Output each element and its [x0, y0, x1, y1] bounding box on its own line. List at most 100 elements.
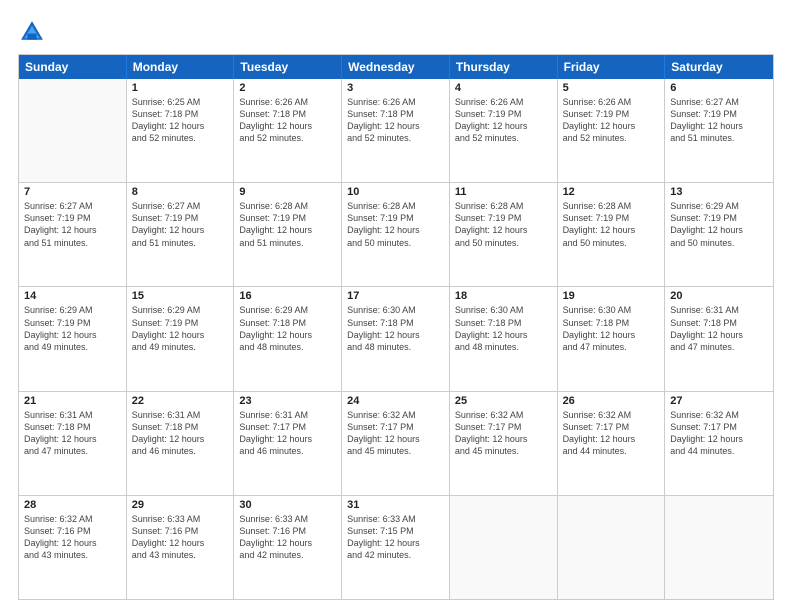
day-info: Sunrise: 6:28 AM Sunset: 7:19 PM Dayligh…	[239, 200, 336, 249]
day-cell-empty	[558, 496, 666, 599]
day-number: 19	[563, 290, 660, 302]
calendar-body: 1 Sunrise: 6:25 AM Sunset: 7:18 PM Daylig…	[19, 79, 773, 599]
logo	[18, 18, 50, 46]
day-number: 10	[347, 186, 444, 198]
day-number: 31	[347, 499, 444, 511]
day-cell-23: 23 Sunrise: 6:31 AM Sunset: 7:17 PM Dayli…	[234, 392, 342, 495]
day-info: Sunrise: 6:29 AM Sunset: 7:19 PM Dayligh…	[132, 304, 229, 353]
day-number: 28	[24, 499, 121, 511]
day-number: 2	[239, 82, 336, 94]
day-info: Sunrise: 6:32 AM Sunset: 7:17 PM Dayligh…	[670, 409, 768, 458]
day-info: Sunrise: 6:27 AM Sunset: 7:19 PM Dayligh…	[24, 200, 121, 249]
day-info: Sunrise: 6:33 AM Sunset: 7:15 PM Dayligh…	[347, 513, 444, 562]
day-number: 15	[132, 290, 229, 302]
week-row-5: 28 Sunrise: 6:32 AM Sunset: 7:16 PM Dayli…	[19, 496, 773, 599]
day-number: 20	[670, 290, 768, 302]
day-info: Sunrise: 6:33 AM Sunset: 7:16 PM Dayligh…	[239, 513, 336, 562]
day-info: Sunrise: 6:29 AM Sunset: 7:18 PM Dayligh…	[239, 304, 336, 353]
day-info: Sunrise: 6:28 AM Sunset: 7:19 PM Dayligh…	[347, 200, 444, 249]
day-info: Sunrise: 6:31 AM Sunset: 7:18 PM Dayligh…	[24, 409, 121, 458]
week-row-3: 14Sunrise: 6:29 AM Sunset: 7:19 PM Dayli…	[19, 287, 773, 391]
week-row-2: 7Sunrise: 6:27 AM Sunset: 7:19 PM Daylig…	[19, 183, 773, 287]
day-cell-14: 14Sunrise: 6:29 AM Sunset: 7:19 PM Dayli…	[19, 287, 127, 390]
day-cell-24: 24 Sunrise: 6:32 AM Sunset: 7:17 PM Dayli…	[342, 392, 450, 495]
day-number: 18	[455, 290, 552, 302]
day-info: Sunrise: 6:25 AM Sunset: 7:18 PM Dayligh…	[132, 96, 229, 145]
day-cell-20: 20Sunrise: 6:31 AM Sunset: 7:18 PM Dayli…	[665, 287, 773, 390]
day-cell-19: 19 Sunrise: 6:30 AM Sunset: 7:18 PM Dayli…	[558, 287, 666, 390]
day-cell-empty	[19, 79, 127, 182]
weekday-header-thursday: Thursday	[450, 55, 558, 79]
day-number: 5	[563, 82, 660, 94]
day-cell-5: 5Sunrise: 6:26 AM Sunset: 7:19 PM Daylig…	[558, 79, 666, 182]
day-cell-empty	[450, 496, 558, 599]
day-cell-18: 18 Sunrise: 6:30 AM Sunset: 7:18 PM Dayli…	[450, 287, 558, 390]
weekday-header-wednesday: Wednesday	[342, 55, 450, 79]
day-number: 27	[670, 395, 768, 407]
header	[18, 18, 774, 46]
weekday-header-sunday: Sunday	[19, 55, 127, 79]
day-cell-1: 1 Sunrise: 6:25 AM Sunset: 7:18 PM Daylig…	[127, 79, 235, 182]
day-info: Sunrise: 6:28 AM Sunset: 7:19 PM Dayligh…	[455, 200, 552, 249]
day-number: 1	[132, 82, 229, 94]
day-info: Sunrise: 6:33 AM Sunset: 7:16 PM Dayligh…	[132, 513, 229, 562]
week-row-4: 21Sunrise: 6:31 AM Sunset: 7:18 PM Dayli…	[19, 392, 773, 496]
day-cell-31: 31 Sunrise: 6:33 AM Sunset: 7:15 PM Dayli…	[342, 496, 450, 599]
day-cell-27: 27 Sunrise: 6:32 AM Sunset: 7:17 PM Dayli…	[665, 392, 773, 495]
day-number: 13	[670, 186, 768, 198]
day-number: 25	[455, 395, 552, 407]
day-info: Sunrise: 6:30 AM Sunset: 7:18 PM Dayligh…	[347, 304, 444, 353]
day-cell-17: 17 Sunrise: 6:30 AM Sunset: 7:18 PM Dayli…	[342, 287, 450, 390]
day-cell-26: 26 Sunrise: 6:32 AM Sunset: 7:17 PM Dayli…	[558, 392, 666, 495]
day-number: 16	[239, 290, 336, 302]
day-number: 4	[455, 82, 552, 94]
day-number: 22	[132, 395, 229, 407]
day-number: 30	[239, 499, 336, 511]
day-number: 3	[347, 82, 444, 94]
day-info: Sunrise: 6:26 AM Sunset: 7:19 PM Dayligh…	[455, 96, 552, 145]
day-cell-12: 12 Sunrise: 6:28 AM Sunset: 7:19 PM Dayli…	[558, 183, 666, 286]
day-info: Sunrise: 6:31 AM Sunset: 7:18 PM Dayligh…	[132, 409, 229, 458]
day-cell-30: 30 Sunrise: 6:33 AM Sunset: 7:16 PM Dayli…	[234, 496, 342, 599]
day-cell-7: 7Sunrise: 6:27 AM Sunset: 7:19 PM Daylig…	[19, 183, 127, 286]
day-info: Sunrise: 6:29 AM Sunset: 7:19 PM Dayligh…	[670, 200, 768, 249]
day-info: Sunrise: 6:26 AM Sunset: 7:18 PM Dayligh…	[347, 96, 444, 145]
day-cell-6: 6 Sunrise: 6:27 AM Sunset: 7:19 PM Daylig…	[665, 79, 773, 182]
day-cell-25: 25Sunrise: 6:32 AM Sunset: 7:17 PM Dayli…	[450, 392, 558, 495]
page: SundayMondayTuesdayWednesdayThursdayFrid…	[0, 0, 792, 612]
day-number: 8	[132, 186, 229, 198]
logo-icon	[18, 18, 46, 46]
day-number: 6	[670, 82, 768, 94]
day-info: Sunrise: 6:30 AM Sunset: 7:18 PM Dayligh…	[455, 304, 552, 353]
day-info: Sunrise: 6:30 AM Sunset: 7:18 PM Dayligh…	[563, 304, 660, 353]
day-cell-11: 11 Sunrise: 6:28 AM Sunset: 7:19 PM Dayli…	[450, 183, 558, 286]
day-number: 23	[239, 395, 336, 407]
calendar-header: SundayMondayTuesdayWednesdayThursdayFrid…	[19, 55, 773, 79]
day-number: 9	[239, 186, 336, 198]
day-info: Sunrise: 6:32 AM Sunset: 7:17 PM Dayligh…	[347, 409, 444, 458]
day-number: 12	[563, 186, 660, 198]
day-info: Sunrise: 6:29 AM Sunset: 7:19 PM Dayligh…	[24, 304, 121, 353]
day-cell-10: 10 Sunrise: 6:28 AM Sunset: 7:19 PM Dayli…	[342, 183, 450, 286]
weekday-header-saturday: Saturday	[665, 55, 773, 79]
day-cell-empty	[665, 496, 773, 599]
day-info: Sunrise: 6:26 AM Sunset: 7:18 PM Dayligh…	[239, 96, 336, 145]
day-info: Sunrise: 6:28 AM Sunset: 7:19 PM Dayligh…	[563, 200, 660, 249]
day-info: Sunrise: 6:27 AM Sunset: 7:19 PM Dayligh…	[132, 200, 229, 249]
day-info: Sunrise: 6:27 AM Sunset: 7:19 PM Dayligh…	[670, 96, 768, 145]
day-info: Sunrise: 6:32 AM Sunset: 7:16 PM Dayligh…	[24, 513, 121, 562]
day-info: Sunrise: 6:31 AM Sunset: 7:17 PM Dayligh…	[239, 409, 336, 458]
day-number: 26	[563, 395, 660, 407]
day-cell-28: 28 Sunrise: 6:32 AM Sunset: 7:16 PM Dayli…	[19, 496, 127, 599]
day-number: 24	[347, 395, 444, 407]
week-row-1: 1 Sunrise: 6:25 AM Sunset: 7:18 PM Daylig…	[19, 79, 773, 183]
day-cell-16: 16 Sunrise: 6:29 AM Sunset: 7:18 PM Dayli…	[234, 287, 342, 390]
day-number: 17	[347, 290, 444, 302]
calendar: SundayMondayTuesdayWednesdayThursdayFrid…	[18, 54, 774, 600]
day-number: 29	[132, 499, 229, 511]
day-number: 11	[455, 186, 552, 198]
day-cell-21: 21Sunrise: 6:31 AM Sunset: 7:18 PM Dayli…	[19, 392, 127, 495]
day-cell-29: 29 Sunrise: 6:33 AM Sunset: 7:16 PM Dayli…	[127, 496, 235, 599]
day-cell-4: 4 Sunrise: 6:26 AM Sunset: 7:19 PM Daylig…	[450, 79, 558, 182]
day-info: Sunrise: 6:32 AM Sunset: 7:17 PM Dayligh…	[563, 409, 660, 458]
